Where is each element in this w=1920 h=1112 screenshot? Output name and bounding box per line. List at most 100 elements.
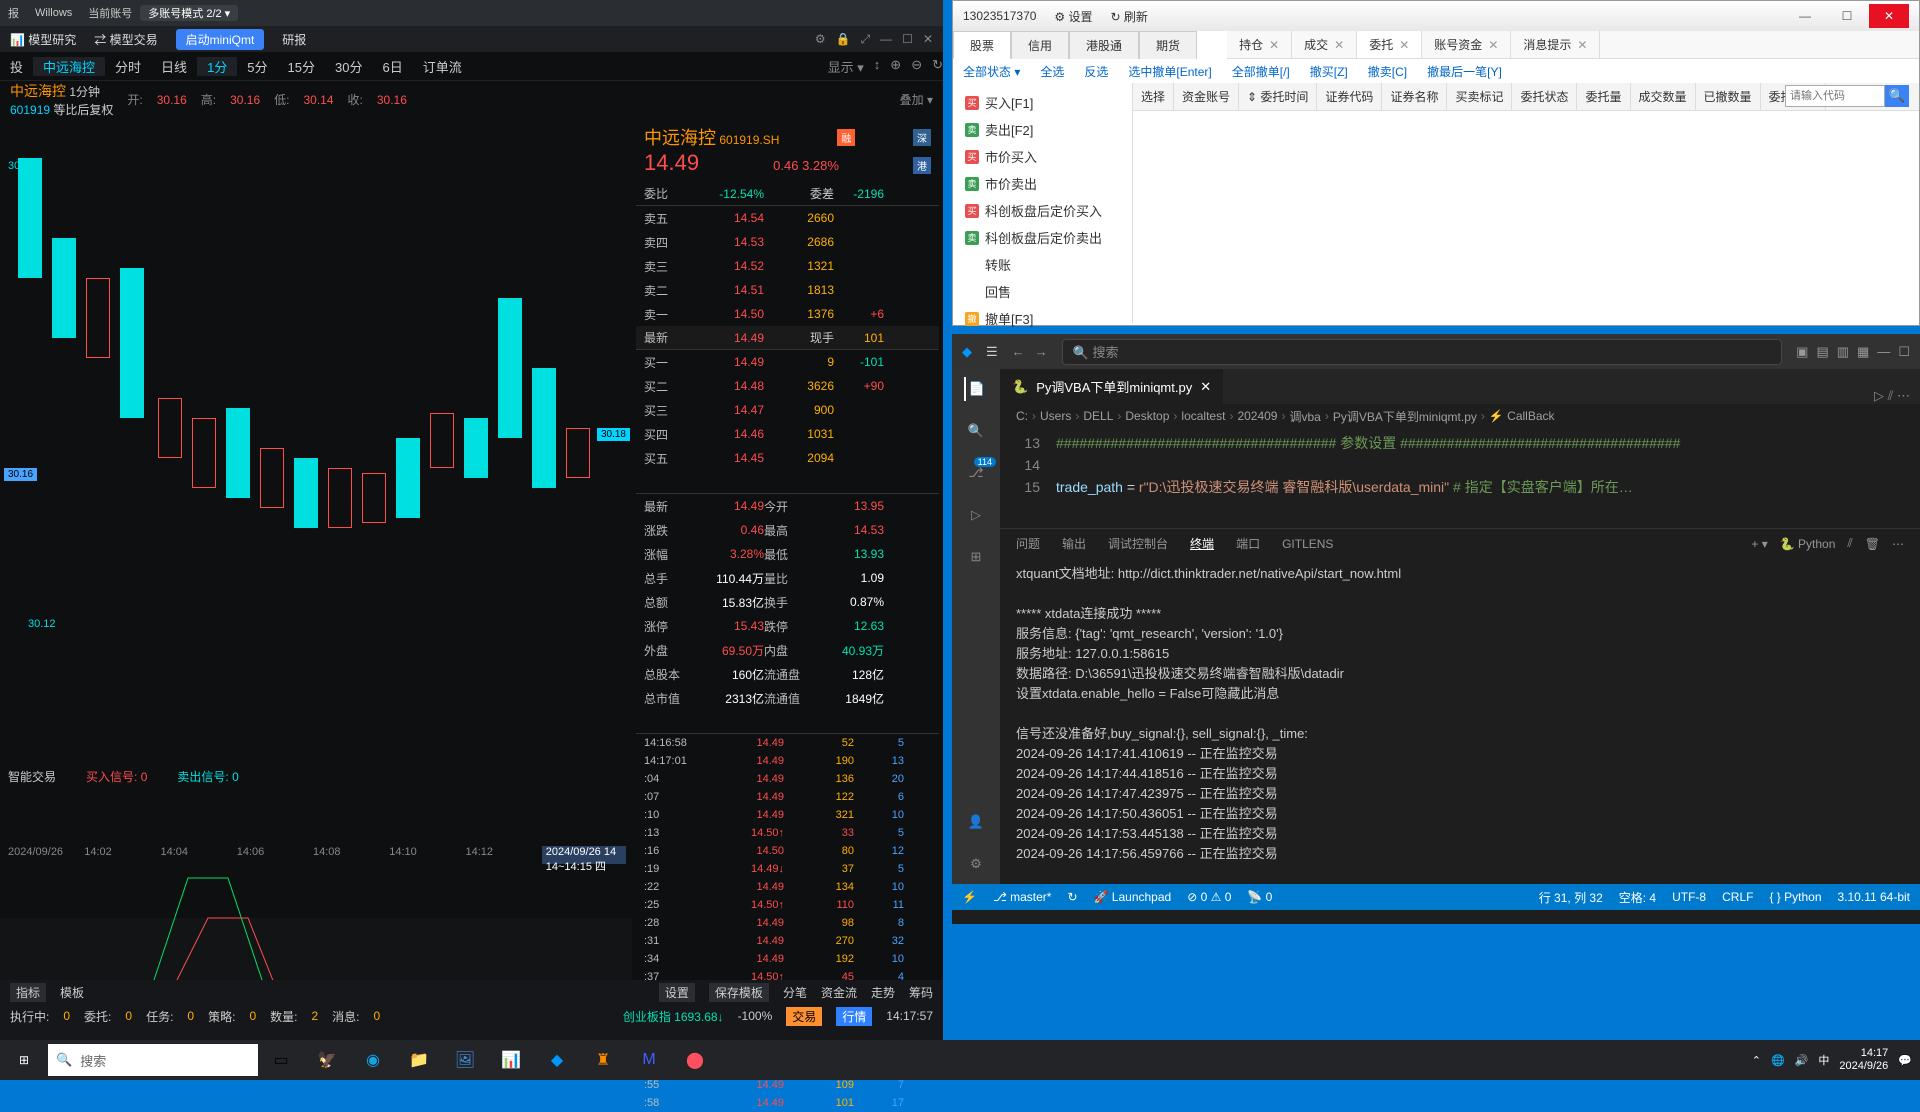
command-palette[interactable]: 🔍 搜索: [1062, 339, 1783, 365]
btn-fenbi[interactable]: 分笔: [783, 984, 807, 1001]
stock-code[interactable]: 601919: [10, 103, 50, 117]
code-search-input[interactable]: [1785, 85, 1885, 107]
more-icon[interactable]: ⋯: [1897, 388, 1910, 403]
plus-icon[interactable]: ⊕: [890, 57, 901, 76]
settings-button[interactable]: ⚙ 设置: [1054, 8, 1092, 25]
overlay-toggle[interactable]: 叠加 ▾: [900, 91, 933, 108]
encoding[interactable]: UTF-8: [1672, 890, 1706, 904]
model-research-tab[interactable]: 📊 模型研究: [10, 31, 76, 48]
trade-menu-item[interactable]: 卖卖出[F2]: [953, 116, 1132, 143]
btn-zoushi[interactable]: 走势: [871, 984, 895, 1001]
trade-menu-item[interactable]: 转账: [953, 251, 1132, 278]
maximize-icon[interactable]: ☐: [1827, 4, 1867, 28]
taskview-icon[interactable]: ▭: [258, 1040, 304, 1080]
action-cancel-last[interactable]: 撤最后一笔[Y]: [1427, 63, 1502, 80]
edge-icon[interactable]: ◉: [350, 1040, 396, 1080]
volume-icon[interactable]: 🔊: [1795, 1054, 1809, 1067]
tab-day[interactable]: 日线: [151, 57, 197, 76]
itab-deal[interactable]: 成交✕: [1292, 31, 1357, 58]
split-terminal-icon[interactable]: ⫽: [1847, 536, 1852, 551]
run-icon[interactable]: ▷: [964, 503, 988, 527]
close-tab-icon[interactable]: ✕: [1200, 379, 1211, 395]
close-tab-icon[interactable]: ✕: [1269, 38, 1279, 52]
layout-icon[interactable]: ▥: [1837, 344, 1849, 360]
trade-menu-item[interactable]: 买买入[F1]: [953, 89, 1132, 116]
action-cancel-sell[interactable]: 撤卖[C]: [1368, 63, 1407, 80]
trade-menu-item[interactable]: 撤撤单[F3]: [953, 305, 1132, 332]
search-icon[interactable]: 🔍: [964, 419, 988, 443]
breadcrumb-item[interactable]: Py调VBA下单到miniqmt.py: [1333, 408, 1477, 425]
bid-row[interactable]: 买一14.499-101: [636, 350, 939, 374]
tab-6day[interactable]: 6日: [372, 57, 412, 76]
trade-menu-item[interactable]: 买市价买入: [953, 143, 1132, 170]
tab-stockname[interactable]: 中远海控: [33, 57, 105, 76]
menu-icon[interactable]: ☰: [986, 344, 998, 360]
expand-icon[interactable]: ⤢: [861, 32, 871, 47]
breadcrumb-item[interactable]: Desktop: [1125, 409, 1169, 423]
breadcrumb-item[interactable]: Users: [1040, 409, 1071, 423]
launchpad[interactable]: 🚀 Launchpad: [1094, 890, 1172, 904]
run-file-icon[interactable]: ▷: [1874, 388, 1884, 403]
layout-icon[interactable]: ▦: [1857, 344, 1869, 360]
tab-hk[interactable]: 港股通: [1069, 31, 1139, 59]
tab-indicator[interactable]: 指标: [10, 983, 46, 1002]
sync-icon[interactable]: ↻: [1067, 890, 1077, 904]
grid-header[interactable]: 证券代码: [1317, 83, 1382, 110]
gear-icon[interactable]: ⚙: [815, 32, 826, 47]
grid-header[interactable]: 委托量: [1577, 83, 1630, 110]
grid-header[interactable]: 委托状态: [1512, 83, 1577, 110]
tab-debug[interactable]: 调试控制台: [1108, 535, 1168, 552]
minus-icon[interactable]: ⊖: [911, 57, 922, 76]
maximize-icon[interactable]: ☐: [902, 32, 913, 47]
btn-zijinliu[interactable]: 资金流: [821, 984, 857, 1001]
tp-titlebar[interactable]: 13023517370 ⚙ 设置 ↻ 刷新 — ☐ ✕: [953, 1, 1919, 31]
action-select-all[interactable]: 全选: [1040, 63, 1064, 80]
taskbar-search[interactable]: 🔍搜索: [48, 1044, 258, 1076]
extensions-icon[interactable]: ⊞: [964, 545, 988, 569]
port-forward[interactable]: 📡 0: [1247, 890, 1272, 904]
app-icon[interactable]: ⬤: [672, 1040, 718, 1080]
lock-icon[interactable]: 🔒: [836, 32, 851, 47]
breadcrumb-item[interactable]: C:: [1016, 409, 1028, 423]
bid-row[interactable]: 买三14.47900: [636, 398, 939, 422]
btn-settings[interactable]: 设置: [659, 983, 695, 1002]
network-icon[interactable]: 🌐: [1771, 1054, 1785, 1067]
explorer-icon[interactable]: 📁: [396, 1040, 442, 1080]
trade-button[interactable]: 交易: [786, 1007, 822, 1026]
code-search-button[interactable]: 🔍: [1885, 85, 1909, 107]
breadcrumb-item[interactable]: DELL: [1083, 409, 1113, 423]
app-icon[interactable]: M: [626, 1040, 672, 1080]
more-icon[interactable]: ⋯: [1892, 537, 1904, 551]
tab-stock[interactable]: 股票: [953, 31, 1011, 59]
tool-icon[interactable]: ↕: [874, 57, 881, 76]
tab-1min[interactable]: 1分: [197, 57, 237, 76]
trash-icon[interactable]: 🗑: [1865, 537, 1880, 551]
model-trading-tab[interactable]: ⇄ 模型交易: [94, 31, 157, 48]
git-branch[interactable]: ⎇ master*: [993, 890, 1052, 904]
quote-button[interactable]: 行情: [836, 1007, 872, 1026]
remote-indicator[interactable]: ⚡: [962, 890, 977, 904]
minimize-icon[interactable]: —: [1877, 344, 1890, 360]
candlestick-chart[interactable]: 30.18 30.16 30.2730.2630.2530.2430.2330.…: [8, 118, 626, 758]
eol[interactable]: CRLF: [1722, 890, 1753, 904]
action-cancel-all[interactable]: 全部撤单[/]: [1232, 63, 1290, 80]
start-miniqmt-button[interactable]: 启动miniQmt: [176, 29, 265, 50]
app-icon[interactable]: 🦅: [304, 1040, 350, 1080]
ime-indicator[interactable]: 中: [1818, 1052, 1829, 1068]
action-all-status[interactable]: 全部状态 ▾: [963, 63, 1020, 80]
app-icon[interactable]: ♜: [580, 1040, 626, 1080]
minimize-icon[interactable]: —: [880, 32, 892, 47]
tab-futures[interactable]: 期货: [1139, 31, 1197, 59]
tab-unknown[interactable]: 投: [0, 57, 33, 76]
errors-warnings[interactable]: ⊘ 0 ⚠ 0: [1187, 890, 1231, 904]
ask-row[interactable]: 卖三14.521321: [636, 254, 939, 278]
grid-header[interactable]: 已撤数量: [1696, 83, 1761, 110]
vscode-taskbar-icon[interactable]: ◆: [534, 1040, 580, 1080]
bid-row[interactable]: 买四14.461031: [636, 422, 939, 446]
start-button[interactable]: ⊞: [0, 1040, 48, 1080]
tab-gitlens[interactable]: GITLENS: [1282, 537, 1333, 551]
notification-icon[interactable]: 💬: [1898, 1054, 1912, 1067]
btn-chouma[interactable]: 筹码: [909, 984, 933, 1001]
tray-chevron-icon[interactable]: ⌃: [1752, 1054, 1761, 1067]
ask-row[interactable]: 卖一14.501376+6: [636, 302, 939, 326]
